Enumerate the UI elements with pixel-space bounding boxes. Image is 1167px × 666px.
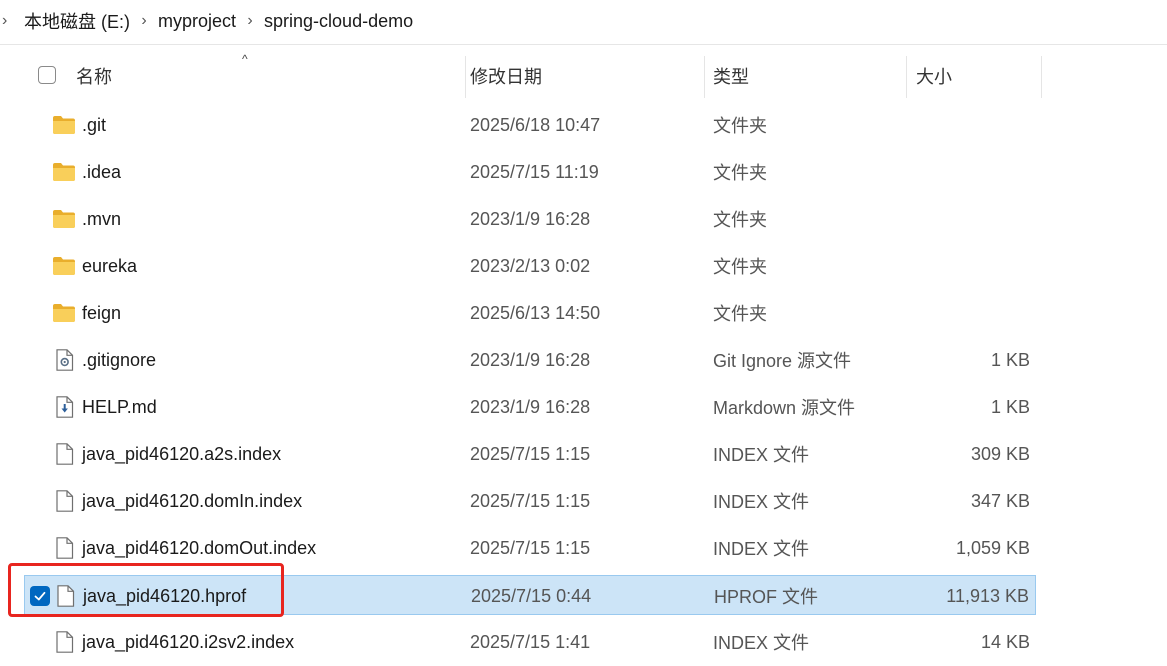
- file-row[interactable]: .mvn 2023/1/9 16:28 文件夹: [24, 199, 1036, 239]
- breadcrumb-item-spring-cloud-demo[interactable]: spring-cloud-demo: [262, 11, 415, 32]
- chevron-right-icon[interactable]: ›: [132, 12, 156, 30]
- file-row[interactable]: .idea 2025/7/15 11:19 文件夹: [24, 152, 1036, 192]
- column-header-date[interactable]: 修改日期: [470, 54, 702, 98]
- file-row[interactable]: java_pid46120.i2sv2.index 2025/7/15 1:41 I…: [24, 622, 1036, 662]
- file-type: HPROF 文件: [714, 587, 819, 607]
- column-header-type-label: 类型: [713, 67, 749, 87]
- file-type: INDEX 文件: [713, 633, 810, 653]
- column-divider[interactable]: [906, 56, 907, 98]
- file-date-modified: 2025/7/15 1:15: [470, 537, 591, 558]
- folder-icon: [52, 114, 76, 136]
- file-size: 1 KB: [990, 396, 1030, 417]
- file-row[interactable]: java_pid46120.domOut.index 2025/7/15 1:15…: [24, 528, 1036, 568]
- file-date-modified: 2025/7/15 0:44: [471, 585, 592, 606]
- file-date-modified: 2023/1/9 16:28: [470, 396, 591, 417]
- column-header-size-label: 大小: [916, 67, 952, 87]
- settings-file-icon: [52, 349, 76, 371]
- column-header: ^ 名称 修改日期 类型 大小: [24, 52, 1042, 98]
- file-name: .git: [82, 114, 107, 135]
- file-size: 1 KB: [990, 349, 1030, 370]
- file-date-modified: 2025/7/15 1:15: [470, 443, 591, 464]
- file-size: 347 KB: [970, 490, 1030, 511]
- file-row[interactable]: java_pid46120.domIn.index 2025/7/15 1:15 I…: [24, 481, 1036, 521]
- file-date-modified: 2025/6/18 10:47: [470, 114, 601, 135]
- file-name: eureka: [82, 255, 138, 276]
- breadcrumb: › 本地磁盘 (E:) › myproject › spring-cloud-d…: [0, 0, 1167, 42]
- markdown-file-icon: [52, 396, 76, 418]
- column-header-date-label: 修改日期: [470, 67, 542, 87]
- file-name: java_pid46120.domIn.index: [82, 490, 303, 511]
- file-row[interactable]: eureka 2023/2/13 0:02 文件夹: [24, 246, 1036, 286]
- breadcrumb-item-drive[interactable]: 本地磁盘 (E:): [22, 8, 132, 34]
- file-size: 1,059 KB: [955, 537, 1030, 558]
- file-icon: [52, 537, 76, 559]
- file-size: 309 KB: [970, 443, 1030, 464]
- file-type: INDEX 文件: [713, 445, 810, 465]
- file-name: java_pid46120.domOut.index: [82, 537, 317, 558]
- column-divider[interactable]: [1041, 56, 1042, 98]
- file-date-modified: 2023/2/13 0:02: [470, 255, 591, 276]
- file-row[interactable]: feign 2025/6/13 14:50 文件夹: [24, 293, 1036, 333]
- file-type: Git Ignore 源文件: [713, 351, 852, 371]
- column-header-name-label: 名称: [76, 67, 112, 87]
- chevron-right-icon[interactable]: ›: [238, 12, 262, 30]
- file-type: 文件夹: [713, 257, 767, 277]
- file-date-modified: 2025/6/13 14:50: [470, 302, 601, 323]
- file-name: java_pid46120.i2sv2.index: [82, 631, 295, 652]
- file-date-modified: 2023/1/9 16:28: [470, 208, 591, 229]
- folder-icon: [52, 208, 76, 230]
- file-type: INDEX 文件: [713, 492, 810, 512]
- file-row[interactable]: java_pid46120.hprof 2025/7/15 0:44 HPROF 文…: [24, 575, 1036, 615]
- breadcrumb-divider: [0, 44, 1167, 45]
- file-row[interactable]: .gitignore 2023/1/9 16:28 Git Ignore 源文件 1 …: [24, 340, 1036, 380]
- column-header-size[interactable]: 大小: [916, 54, 1036, 98]
- file-type: 文件夹: [713, 304, 767, 324]
- file-type: Markdown 源文件: [713, 398, 856, 418]
- file-date-modified: 2025/7/15 1:41: [470, 631, 591, 652]
- file-icon: [52, 490, 76, 512]
- folder-icon: [52, 302, 76, 324]
- file-date-modified: 2025/7/15 11:19: [470, 161, 599, 182]
- file-size: 11,913 KB: [946, 585, 1029, 606]
- file-type: 文件夹: [713, 163, 767, 183]
- file-row[interactable]: java_pid46120.a2s.index 2025/7/15 1:15 IND…: [24, 434, 1036, 474]
- select-all-checkbox[interactable]: [38, 66, 56, 84]
- file-type: 文件夹: [713, 210, 767, 230]
- file-icon: [52, 443, 76, 465]
- column-divider[interactable]: [465, 56, 466, 98]
- file-name: HELP.md: [82, 396, 157, 417]
- file-icon: [53, 585, 77, 607]
- file-name: .mvn: [82, 208, 122, 229]
- breadcrumb-item-myproject[interactable]: myproject: [156, 11, 238, 32]
- folder-icon: [52, 161, 76, 183]
- file-size: 14 KB: [980, 631, 1030, 652]
- checkmark-icon[interactable]: [30, 586, 50, 606]
- file-name: .idea: [82, 161, 122, 182]
- column-header-type[interactable]: 类型: [713, 54, 903, 98]
- file-name: java_pid46120.hprof: [83, 585, 247, 606]
- file-icon: [52, 631, 76, 653]
- file-date-modified: 2025/7/15 1:15: [470, 490, 591, 511]
- file-name: .gitignore: [82, 349, 157, 370]
- folder-icon: [52, 255, 76, 277]
- chevron-right-icon[interactable]: ›: [0, 12, 22, 30]
- file-type: INDEX 文件: [713, 539, 810, 559]
- file-date-modified: 2023/1/9 16:28: [470, 349, 591, 370]
- column-header-name[interactable]: 名称: [76, 54, 462, 98]
- file-name: java_pid46120.a2s.index: [82, 443, 282, 464]
- file-row[interactable]: HELP.md 2023/1/9 16:28 Markdown 源文件 1 KB: [24, 387, 1036, 427]
- file-name: feign: [82, 302, 122, 323]
- column-divider[interactable]: [704, 56, 705, 98]
- file-row[interactable]: .git 2025/6/18 10:47 文件夹: [24, 105, 1036, 145]
- file-type: 文件夹: [713, 116, 767, 136]
